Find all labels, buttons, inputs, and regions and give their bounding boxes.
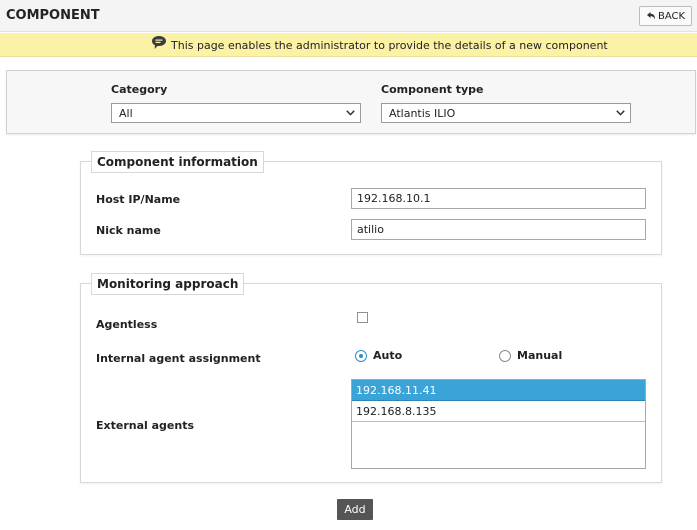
speech-bubble-icon	[152, 36, 166, 49]
auto-radio-option[interactable]: Auto	[355, 349, 402, 362]
chevron-down-icon	[616, 110, 625, 116]
info-message: This page enables the administrator to p…	[171, 39, 608, 52]
auto-radio-label: Auto	[373, 349, 403, 362]
info-banner: This page enables the administrator to p…	[0, 33, 697, 57]
back-arrow-icon	[646, 12, 655, 20]
back-button[interactable]: BACK	[639, 6, 692, 26]
external-agents-listbox[interactable]: 192.168.11.41 192.168.8.135	[351, 379, 646, 469]
component-type-select-value: Atlantis ILIO	[389, 107, 456, 120]
list-item[interactable]: 192.168.8.135	[352, 401, 645, 422]
agentless-label: Agentless	[96, 318, 158, 331]
add-button[interactable]: Add	[337, 499, 373, 520]
component-information-legend: Component information	[91, 151, 264, 173]
agentless-checkbox[interactable]	[357, 312, 368, 323]
category-label: Category	[111, 83, 168, 96]
nick-name-input[interactable]: atilio	[351, 219, 646, 240]
internal-agent-label: Internal agent assignment	[96, 352, 261, 365]
monitoring-approach-legend: Monitoring approach	[91, 273, 245, 295]
component-type-label: Component type	[381, 83, 484, 96]
manual-radio-option[interactable]: Manual	[499, 349, 562, 362]
auto-radio[interactable]	[355, 349, 367, 362]
page-title: COMPONENT	[6, 8, 100, 23]
page-header: COMPONENT BACK	[0, 0, 697, 32]
component-type-select[interactable]: Atlantis ILIO	[381, 103, 631, 123]
list-item[interactable]: 192.168.11.41	[352, 380, 645, 401]
manual-radio[interactable]	[499, 349, 511, 362]
external-agents-label: External agents	[96, 419, 195, 432]
manual-radio-label: Manual	[517, 349, 563, 362]
host-input[interactable]: 192.168.10.1	[351, 188, 646, 209]
nick-name-label: Nick name	[96, 224, 161, 237]
chevron-down-icon	[346, 110, 355, 116]
filter-panel: Category All Component type Atlantis ILI…	[6, 70, 696, 134]
category-select[interactable]: All	[111, 103, 361, 123]
category-select-value: All	[119, 107, 133, 120]
host-label: Host IP/Name	[96, 193, 181, 206]
back-button-label: BACK	[657, 10, 686, 22]
